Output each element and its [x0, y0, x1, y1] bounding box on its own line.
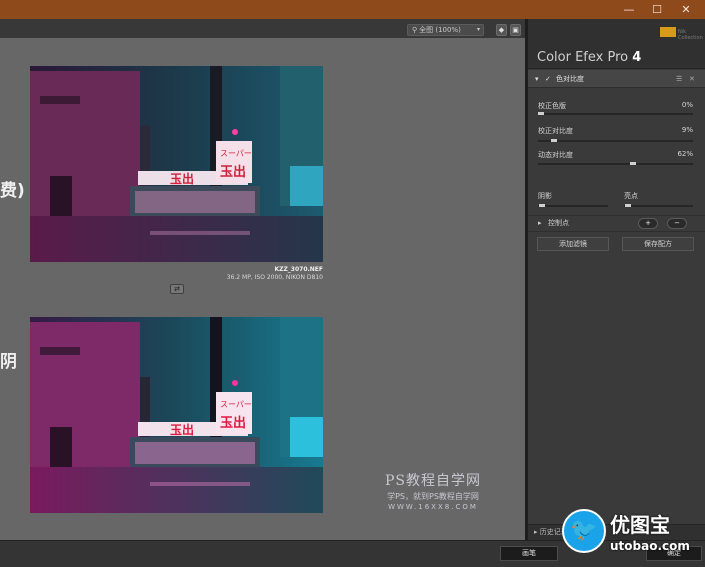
watermark: PS教程自学网 学PS，就到PS教程自学网 WWW.16XX8.COM: [368, 470, 498, 511]
zoom-dropdown[interactable]: ⚲ 全图 (100%) ▾: [407, 24, 484, 36]
plus-icon: +: [645, 219, 651, 227]
close-button[interactable]: ✕: [672, 0, 700, 19]
highlight-handle[interactable]: [625, 204, 631, 207]
store-sign-2: 玉出: [220, 164, 246, 180]
logo-text: 优图宝: [610, 513, 670, 537]
slider-value-color: 0%: [681, 101, 693, 109]
original-photo[interactable]: スーパー 玉出 玉出: [30, 66, 323, 262]
store-sign-1: スーパー: [220, 149, 252, 158]
brand-badge: Nik Collection: [678, 29, 703, 41]
store-sign-2: 玉出: [220, 415, 246, 431]
slider-track-contrast[interactable]: [538, 140, 693, 142]
expand-icon[interactable]: ▸: [538, 216, 542, 231]
swap-compare-icon[interactable]: ⇄: [170, 284, 184, 294]
app-version: 4: [632, 50, 642, 65]
slider-value-dynamic: 62%: [677, 150, 693, 158]
watermark-url: WWW.16XX8.COM: [388, 503, 478, 511]
remove-control-point-button[interactable]: −: [667, 218, 687, 229]
search-icon: ⚲: [412, 26, 418, 34]
filter-enable-checkbox[interactable]: ✓: [545, 70, 551, 88]
photo-info: KZZ_3070.NEF 36.2 MP, ISO 2000, NIKON D8…: [190, 266, 323, 282]
watermark-subtitle: 学PS，就到PS教程自学网: [387, 492, 479, 501]
slider-handle-contrast[interactable]: [551, 139, 558, 142]
save-recipe-label: 保存配方: [644, 240, 672, 248]
overlay-text-bottom: 阴: [0, 352, 17, 372]
slider-track-color[interactable]: [538, 113, 693, 115]
title-bar: [0, 0, 705, 19]
app-title-text: Color Efex Pro: [537, 50, 629, 65]
expand-icon[interactable]: ▾: [535, 70, 539, 88]
logo-url: utobao.com: [610, 539, 690, 553]
split-view-icon[interactable]: ▣: [510, 24, 521, 36]
store-sign-3: 玉出: [170, 171, 194, 186]
watermark-title: PS教程自学网: [384, 473, 481, 489]
slider-handle-color[interactable]: [538, 112, 544, 115]
slider-track-dynamic[interactable]: [538, 163, 693, 165]
brush-button[interactable]: 画笔: [500, 546, 558, 561]
overlay-text-top: 费): [0, 181, 25, 201]
slider-label-contrast: 校正对比度: [538, 127, 573, 135]
shadow-label: 阴影: [538, 192, 552, 200]
color-efex-window: — ☐ ✕ ⚲ 全图 (100%) ▾ ◆ ▣ 费) 阴 スーパー 玉出 玉出 …: [0, 0, 705, 567]
shadow-handle[interactable]: [539, 204, 545, 207]
store-sign-3: 玉出: [170, 422, 194, 437]
zoom-label: 全图 (100%): [419, 26, 461, 34]
save-recipe-button[interactable]: 保存配方: [622, 237, 694, 251]
slider-label-dynamic: 动态对比度: [538, 151, 573, 159]
control-points-label: 控制点: [548, 219, 569, 227]
filter-menu-icon[interactable]: ☰: [676, 70, 682, 88]
app-title: Color Efex Pro 4: [537, 50, 641, 65]
photo-filename: KZZ_3070.NEF: [274, 266, 323, 273]
minimize-button[interactable]: —: [615, 0, 643, 19]
filter-close-icon[interactable]: ✕: [689, 70, 695, 88]
filter-panel: Nik Collection Color Efex Pro 4: [528, 19, 705, 540]
minus-icon: −: [674, 219, 680, 227]
bird-icon: 🐦: [562, 509, 606, 553]
add-filter-label: 添加滤镜: [559, 240, 587, 248]
slider-value-contrast: 9%: [681, 126, 693, 134]
slider-label-color: 校正色版: [538, 102, 566, 110]
filter-name: 色对比度: [556, 75, 584, 83]
highlight-label: 亮点: [624, 192, 638, 200]
highlight-track[interactable]: [624, 205, 693, 207]
chevron-down-icon: ▾: [476, 26, 480, 33]
photo-exif: 36.2 MP, ISO 2000, NIKON D810: [226, 274, 323, 281]
panel-header: Nik Collection Color Efex Pro 4: [528, 19, 705, 69]
nik-logo: [660, 27, 676, 37]
filter-header[interactable]: ▾ ✓ 色对比度 ☰ ✕: [528, 70, 705, 88]
store-sign-1: スーパー: [220, 400, 252, 409]
maximize-button[interactable]: ☐: [643, 0, 671, 19]
add-control-point-button[interactable]: +: [638, 218, 658, 229]
slider-handle-dynamic[interactable]: [630, 162, 637, 165]
processed-photo[interactable]: スーパー 玉出 玉出: [30, 317, 323, 513]
add-filter-button[interactable]: 添加滤镜: [537, 237, 609, 251]
site-logo: 🐦 优图宝 utobao.com: [562, 505, 705, 567]
preview-mode-icon[interactable]: ◆: [496, 24, 507, 36]
shadow-track[interactable]: [538, 205, 608, 207]
